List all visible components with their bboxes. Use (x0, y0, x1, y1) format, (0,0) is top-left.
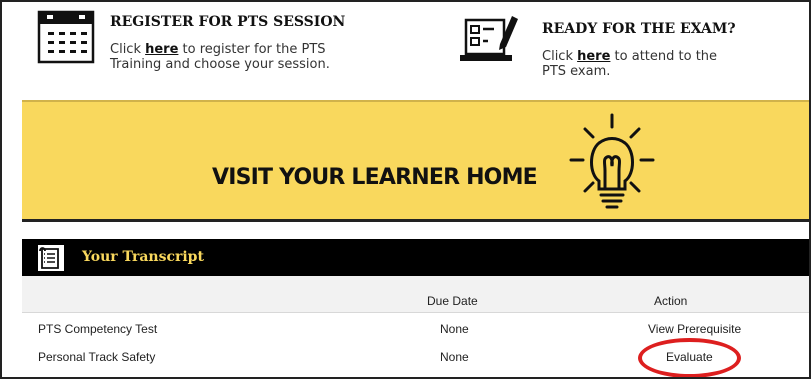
transcript-header: Your Transcript (22, 239, 809, 278)
register-card: REGISTER FOR PTS SESSION Click here to r… (24, 2, 404, 102)
evaluate-highlight-ring (638, 338, 741, 377)
learner-home-banner[interactable]: VISIT YOUR LEARNER HOME (22, 100, 809, 222)
transcript-title: Your Transcript (82, 249, 204, 265)
column-due-date: Due Date (427, 294, 478, 308)
register-text: Click here to register for the PTS Train… (110, 42, 380, 72)
row-due-date: None (440, 322, 469, 336)
register-here-link[interactable]: here (145, 42, 178, 57)
register-title: REGISTER FOR PTS SESSION (110, 14, 346, 30)
exam-checklist-icon (458, 10, 520, 73)
transcript-icon (36, 243, 66, 278)
exam-text: Click here to attend to the PTS exam. (542, 49, 732, 79)
column-action: Action (654, 294, 688, 308)
table-row: PTS Competency Test None View Prerequisi… (22, 318, 809, 340)
exam-card: READY FOR THE EXAM? Click here to attend… (442, 2, 792, 102)
transcript-table: Due Date Action PTS Competency Test None… (22, 276, 809, 377)
banner-label: VISIT YOUR LEARNER HOME (212, 165, 538, 190)
row-course-name: PTS Competency Test (38, 322, 158, 336)
calendar-icon (36, 8, 96, 71)
register-text-pre: Click (110, 42, 146, 57)
row-due-date: None (440, 350, 469, 364)
lightbulb-icon (565, 111, 659, 220)
view-prerequisite-button[interactable]: View Prerequisite (648, 322, 741, 336)
exam-title: READY FOR THE EXAM? (542, 21, 736, 37)
exam-text-pre: Click (542, 49, 578, 64)
row-course-name: Personal Track Safety (38, 350, 156, 364)
page-frame: REGISTER FOR PTS SESSION Click here to r… (0, 0, 811, 379)
exam-here-link[interactable]: here (577, 49, 610, 64)
table-header-row: Due Date Action (22, 276, 809, 313)
